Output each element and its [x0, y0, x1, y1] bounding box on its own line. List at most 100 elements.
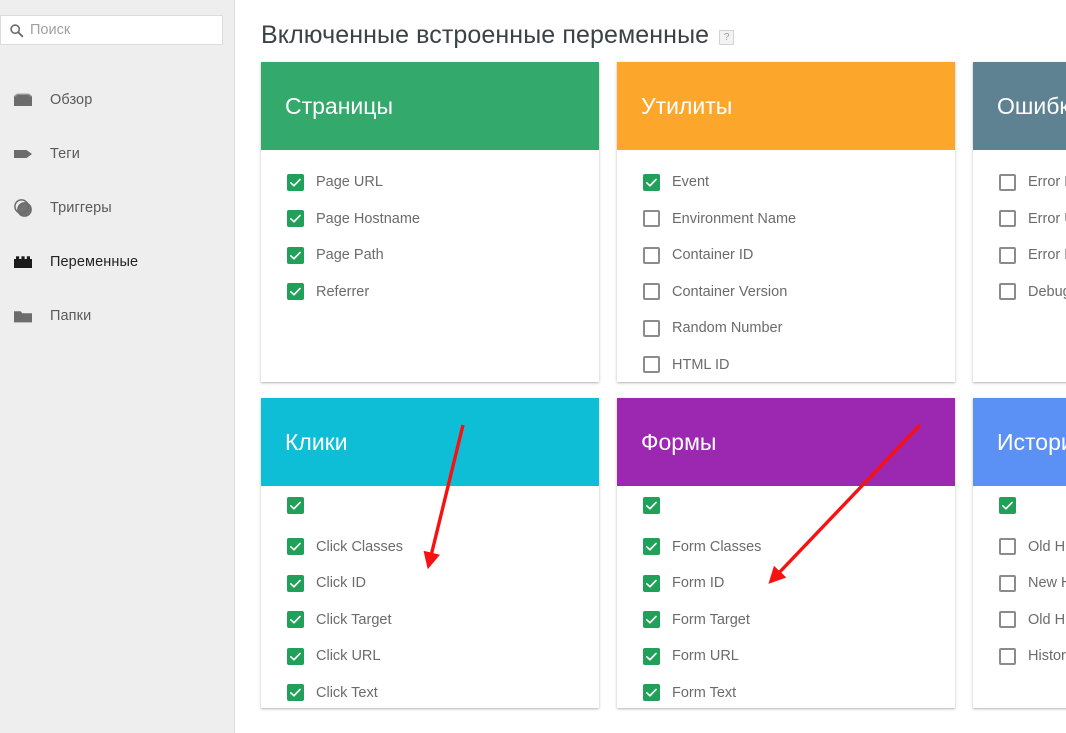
checkbox-row[interactable]: Container ID: [643, 237, 955, 274]
checkbox-row[interactable]: Container Version: [643, 274, 955, 311]
checkbox-row[interactable]: Form ID: [643, 565, 955, 602]
checkbox-label: Form ID: [672, 575, 725, 592]
card-header: История: [973, 398, 1066, 486]
checkbox-checked-icon[interactable]: [643, 538, 660, 556]
checkbox-label: HTML ID: [672, 356, 730, 373]
sidebar-item-overview[interactable]: Обзор: [0, 73, 234, 127]
checkbox-row[interactable]: New History Fragment: [999, 565, 1066, 602]
page-root: Обзор Теги Триггеры: [0, 0, 1066, 733]
sidebar-item-variables[interactable]: Переменные: [0, 235, 234, 289]
checkbox-row[interactable]: Old History Fragment: [999, 529, 1066, 566]
checkbox-unchecked-icon[interactable]: [999, 574, 1016, 592]
sidebar-item-folders[interactable]: Папки: [0, 289, 234, 343]
checkbox-unchecked-icon[interactable]: [643, 283, 660, 301]
checkbox-row-clipped[interactable]: [643, 492, 955, 529]
checkbox-checked-icon[interactable]: [287, 647, 304, 665]
checkbox-row[interactable]: Form Target: [643, 602, 955, 639]
checkbox-unchecked-icon[interactable]: [999, 173, 1016, 191]
checkbox-row-clipped[interactable]: [999, 492, 1066, 529]
checkbox-label: Old History Fragment: [1028, 538, 1066, 555]
checkbox-unchecked-icon[interactable]: [999, 538, 1016, 556]
checkbox-checked-icon[interactable]: [287, 496, 304, 514]
variable-group-card: Страницы Page URL Page Hostname Page Path Re…: [261, 62, 599, 382]
checkbox-label: Event: [672, 174, 710, 191]
card-header: Ошибки: [973, 62, 1066, 150]
checkbox-unchecked-icon[interactable]: [643, 319, 660, 337]
checkbox-row[interactable]: Page Hostname: [287, 201, 599, 238]
brick-icon: [10, 249, 36, 275]
sidebar-item-label: Переменные: [50, 254, 139, 270]
checkbox-unchecked-icon[interactable]: [999, 246, 1016, 264]
checkbox-unchecked-icon[interactable]: [643, 210, 660, 228]
checkbox-row[interactable]: Form URL: [643, 638, 955, 675]
checkbox-row[interactable]: Event: [643, 164, 955, 201]
checkbox-checked-icon[interactable]: [643, 611, 660, 629]
checkbox-label: Click URL: [316, 648, 381, 665]
sidebar-item-tags[interactable]: Теги: [0, 127, 234, 181]
builtin-variables-grid: Страницы Page URL Page Hostname Page Path Re…: [261, 62, 1066, 708]
search-icon: [9, 23, 24, 38]
checkbox-row[interactable]: History Source: [999, 638, 1066, 675]
checkbox-label: Click Classes: [316, 538, 404, 555]
checkbox-checked-icon[interactable]: [643, 684, 660, 702]
card-title: История: [997, 428, 1066, 455]
checkbox-row[interactable]: Click Classes: [287, 529, 599, 566]
checkbox-row[interactable]: Referrer: [287, 274, 599, 311]
checkbox-row[interactable]: Click Target: [287, 602, 599, 639]
checkbox-checked-icon[interactable]: [287, 173, 304, 191]
checkbox-unchecked-icon[interactable]: [999, 611, 1016, 629]
checkbox-row[interactable]: HTML ID: [643, 347, 955, 383]
checkbox-checked-icon[interactable]: [287, 210, 304, 228]
checkbox-checked-icon[interactable]: [643, 173, 660, 191]
checkbox-unchecked-icon[interactable]: [643, 246, 660, 264]
checkbox-checked-icon[interactable]: [643, 647, 660, 665]
sidebar-item-label: Папки: [50, 308, 92, 324]
search-box[interactable]: [0, 15, 223, 45]
checkbox-checked-icon[interactable]: [287, 283, 304, 301]
checkbox-checked-icon[interactable]: [643, 574, 660, 592]
checkbox-row[interactable]: Environment Name: [643, 201, 955, 238]
checkbox-row[interactable]: Form Text: [643, 675, 955, 709]
checkbox-row-clipped[interactable]: [287, 492, 599, 529]
checkbox-row[interactable]: Error URL: [999, 201, 1066, 238]
archive-box-icon: [10, 87, 36, 113]
checkbox-label: Page Path: [316, 247, 384, 264]
checkbox-checked-icon[interactable]: [287, 246, 304, 264]
checkbox-unchecked-icon[interactable]: [999, 647, 1016, 665]
sidebar-item-label: Теги: [50, 146, 80, 162]
checkbox-row[interactable]: Random Number: [643, 310, 955, 347]
checkbox-row[interactable]: Click URL: [287, 638, 599, 675]
card-title: Утилиты: [641, 92, 733, 119]
help-icon[interactable]: ?: [719, 29, 735, 45]
card-body: Form Classes Form ID Form Target Form URL Fo…: [617, 486, 955, 708]
checkbox-row[interactable]: Error Line: [999, 237, 1066, 274]
checkbox-row[interactable]: Page URL: [287, 164, 599, 201]
variable-group-card: История Old History Fragment New History F…: [973, 398, 1066, 708]
checkbox-label: Form URL: [672, 648, 739, 665]
checkbox-label: Debug Mode: [1028, 283, 1066, 300]
checkbox-row[interactable]: Click ID: [287, 565, 599, 602]
checkbox-label: Container Version: [672, 283, 788, 300]
checkbox-row[interactable]: Page Path: [287, 237, 599, 274]
checkbox-label: Form Text: [672, 684, 737, 701]
checkbox-checked-icon[interactable]: [643, 496, 660, 514]
checkbox-label: Click ID: [316, 575, 366, 592]
checkbox-checked-icon[interactable]: [287, 611, 304, 629]
card-title: Страницы: [285, 92, 393, 119]
checkbox-checked-icon[interactable]: [287, 574, 304, 592]
sidebar-item-triggers[interactable]: Триггеры: [0, 181, 234, 235]
checkbox-checked-icon[interactable]: [287, 538, 304, 556]
checkbox-row[interactable]: Error Message: [999, 164, 1066, 201]
checkbox-row[interactable]: Debug Mode: [999, 274, 1066, 311]
sidebar-item-label: Триггеры: [50, 200, 112, 216]
variable-group-card: Ошибки Error Message Error URL Error Line De…: [973, 62, 1066, 382]
checkbox-row[interactable]: Form Classes: [643, 529, 955, 566]
checkbox-unchecked-icon[interactable]: [999, 210, 1016, 228]
checkbox-checked-icon[interactable]: [999, 496, 1016, 514]
checkbox-checked-icon[interactable]: [287, 684, 304, 702]
checkbox-row[interactable]: Old History State: [999, 602, 1066, 639]
search-input[interactable]: [30, 17, 222, 43]
checkbox-unchecked-icon[interactable]: [643, 356, 660, 374]
checkbox-row[interactable]: Click Text: [287, 675, 599, 709]
checkbox-unchecked-icon[interactable]: [999, 283, 1016, 301]
